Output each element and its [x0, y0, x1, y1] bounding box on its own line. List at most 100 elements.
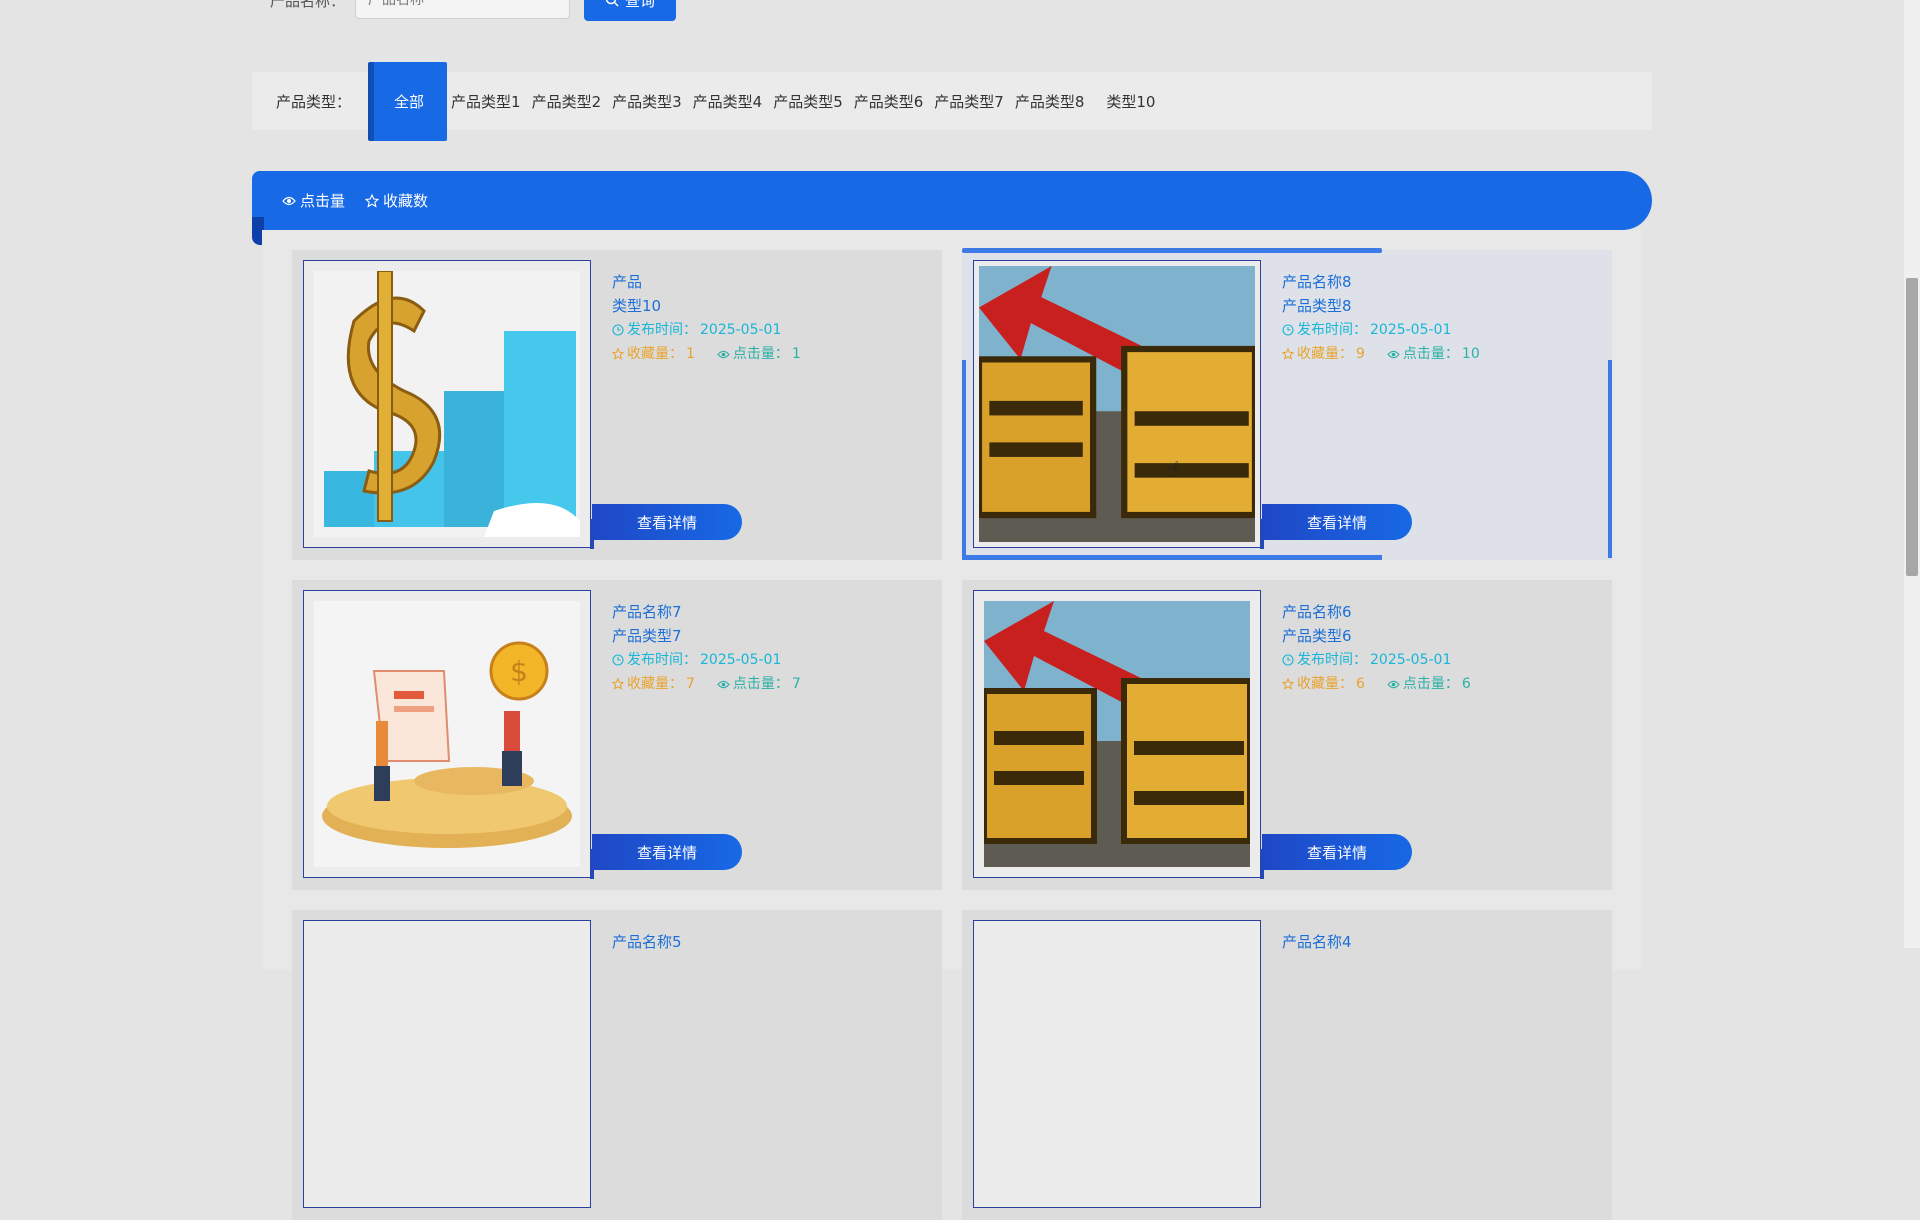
- product-image[interactable]: [303, 920, 591, 1208]
- favorite-count: 收藏量： 6: [1282, 672, 1365, 696]
- date-label: 发布时间：: [627, 322, 697, 338]
- page-scrollbar[interactable]: [1904, 0, 1920, 948]
- card-info: 产品 类型10 发布时间： 2025-05-01 收藏量： 1 点击量： 1: [612, 270, 912, 366]
- card-type: 产品类型6: [1282, 627, 1352, 645]
- product-image[interactable]: [973, 920, 1261, 1208]
- type-filter-item[interactable]: 产品类型5: [773, 91, 843, 112]
- click-value: 10: [1461, 346, 1480, 362]
- card-stats: 收藏量： 9 点击量： 10: [1282, 342, 1582, 366]
- card-info: 产品名称5: [612, 930, 912, 954]
- type-filter-item[interactable]: 产品类型7: [934, 91, 1004, 112]
- star-icon: [1282, 348, 1294, 360]
- favorite-label: 收藏量：: [627, 346, 683, 362]
- search-input[interactable]: [355, 0, 571, 19]
- product-image[interactable]: [973, 260, 1264, 549]
- card-title: 产品名称5: [612, 933, 682, 951]
- card-date: 发布时间： 2025-05-01: [1282, 318, 1582, 342]
- favorite-value: 1: [686, 346, 695, 362]
- card-stats: 收藏量： 7 点击量： 7: [612, 672, 912, 696]
- card-info: 产品名称4: [1282, 930, 1582, 954]
- card-hover-right-border: [1608, 360, 1612, 558]
- view-details-button[interactable]: 查看详情: [1262, 834, 1412, 870]
- view-details-button[interactable]: 查看详情: [592, 834, 742, 870]
- eye-icon: [282, 196, 296, 205]
- fund-image: [979, 266, 1255, 542]
- card-info: 产品名称8 产品类型8 发布时间： 2025-05-01 收藏量： 9 点击量： 10: [1282, 270, 1582, 366]
- type-filter-item[interactable]: 产品类型1: [451, 91, 521, 112]
- card-info: 产品名称7 产品类型7 发布时间： 2025-05-01 收藏量： 7 点击量： 7: [612, 600, 912, 696]
- search-button[interactable]: 查询: [584, 0, 677, 21]
- click-label: 点击量：: [732, 346, 789, 362]
- type-filter-item[interactable]: 产品类型6: [854, 91, 924, 112]
- date-value: 2025-05-01: [1370, 652, 1452, 668]
- product-card[interactable]: 产品名称4: [962, 910, 1612, 1220]
- product-card[interactable]: 产品名称8 产品类型8 发布时间： 2025-05-01 收藏量： 9 点击量： 10…: [962, 248, 1612, 560]
- product-image[interactable]: [973, 590, 1264, 879]
- favorite-count: 收藏量： 9: [1282, 342, 1365, 366]
- type-filter-bar: 产品类型： 全部 产品类型1 产品类型2 产品类型3 产品类型4 产品类型5 产…: [252, 61, 1652, 141]
- favorite-label: 收藏量：: [1297, 676, 1353, 692]
- date-value: 2025-05-01: [1370, 322, 1452, 338]
- star-icon: [365, 193, 380, 208]
- card-title: 产品名称6: [1282, 603, 1352, 621]
- card-info: 产品名称6 产品类型6 发布时间： 2025-05-01 收藏量： 6 点击量： 6: [1282, 600, 1582, 696]
- clock-icon: [612, 324, 624, 336]
- product-card[interactable]: 产品名称5: [292, 910, 942, 1220]
- date-label: 发布时间：: [1297, 652, 1367, 668]
- scrollbar-thumb[interactable]: [1906, 278, 1918, 576]
- date-value: 2025-05-01: [700, 652, 782, 668]
- sort-by-favorites[interactable]: 收藏数: [365, 190, 428, 211]
- eye-icon: [717, 680, 730, 688]
- favorite-count: 收藏量： 7: [612, 672, 695, 696]
- type-filter-item[interactable]: 类型10: [1106, 91, 1155, 112]
- type-filter-label: 产品类型：: [276, 92, 352, 111]
- view-details-button[interactable]: 查看详情: [1262, 504, 1412, 540]
- favorite-value: 7: [686, 676, 695, 692]
- click-label: 点击量：: [1402, 676, 1459, 692]
- card-type: 产品类型7: [612, 627, 682, 645]
- type-filter-all[interactable]: 全部: [368, 61, 448, 141]
- clock-icon: [612, 654, 624, 666]
- card-date: 发布时间： 2025-05-01: [612, 648, 912, 672]
- type-filter-item[interactable]: 产品类型4: [693, 91, 763, 112]
- search-icon: [605, 0, 619, 7]
- product-image[interactable]: $: [303, 590, 594, 879]
- mouse-cursor-icon: ☝: [1167, 458, 1181, 483]
- favorite-label: 收藏量：: [627, 676, 683, 692]
- product-list: 产品 类型10 发布时间： 2025-05-01 收藏量： 1 点击量： 1 查看详情: [262, 230, 1642, 1220]
- clock-icon: [1282, 324, 1294, 336]
- favorite-value: 6: [1356, 676, 1365, 692]
- type-filter-item[interactable]: 产品类型2: [532, 91, 602, 112]
- card-hover-left-border: [962, 360, 966, 558]
- view-details-button[interactable]: 查看详情: [592, 504, 742, 540]
- star-icon: [612, 678, 624, 690]
- dollar-chart-image: [314, 271, 580, 537]
- type-filter-item[interactable]: 产品类型3: [612, 91, 682, 112]
- coin-people-image: $: [314, 601, 580, 867]
- card-title: 产品: [612, 273, 643, 291]
- search-button-label: 查询: [625, 0, 656, 10]
- product-image[interactable]: [303, 260, 594, 549]
- click-label: 点击量：: [1402, 346, 1459, 362]
- card-hover-bottom-border: [962, 555, 1382, 560]
- search-row: 产品名称： 查询: [270, 0, 677, 22]
- card-date: 发布时间： 2025-05-01: [612, 318, 912, 342]
- card-title: 产品名称4: [1282, 933, 1352, 951]
- sort-by-clicks[interactable]: 点击量: [282, 190, 345, 211]
- click-count: 点击量： 10: [1387, 342, 1480, 366]
- card-title: 产品名称8: [1282, 273, 1352, 291]
- click-count: 点击量： 6: [1387, 672, 1471, 696]
- date-label: 发布时间：: [1297, 322, 1367, 338]
- product-card[interactable]: $ 产品名称7 产品类型7 发布时间： 2025-05-01 收藏量： 7 点击…: [292, 580, 942, 890]
- date-label: 发布时间：: [627, 652, 697, 668]
- product-card[interactable]: 产品 类型10 发布时间： 2025-05-01 收藏量： 1 点击量： 1 查看详情: [292, 250, 942, 560]
- click-value: 1: [791, 346, 801, 362]
- eye-icon: [1387, 680, 1400, 688]
- card-title: 产品名称7: [612, 603, 682, 621]
- product-card[interactable]: 产品名称6 产品类型6 发布时间： 2025-05-01 收藏量： 6 点击量： 6 …: [962, 580, 1612, 890]
- card-stats: 收藏量： 1 点击量： 1: [612, 342, 912, 366]
- fund-image: [984, 601, 1250, 867]
- svg-text:$: $: [510, 655, 528, 688]
- type-filter-item[interactable]: 产品类型8: [1015, 91, 1085, 112]
- star-icon: [1282, 678, 1294, 690]
